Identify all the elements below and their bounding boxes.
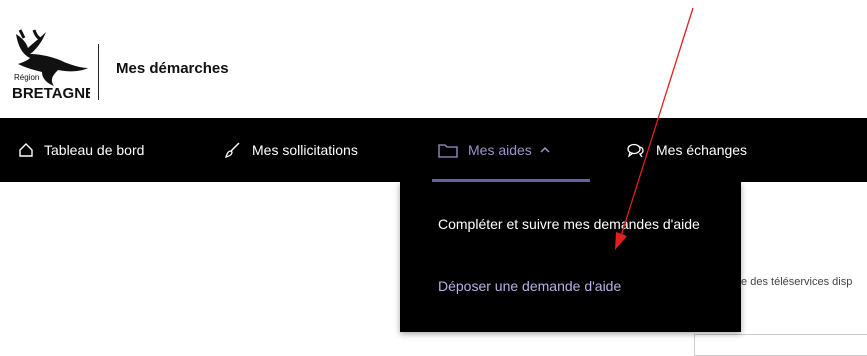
background-text: te des téléservices disp bbox=[738, 276, 853, 288]
menu-item-completer-suivre[interactable]: Compléter et suivre mes demandes d'aide bbox=[438, 216, 700, 232]
background-input[interactable] bbox=[694, 334, 867, 356]
nav-item-mes-sollicitations[interactable]: Mes sollicitations bbox=[224, 118, 358, 182]
chat-icon bbox=[626, 142, 646, 158]
brush-icon bbox=[224, 142, 242, 158]
main-nav: Tableau de bord Mes sollicitations Mes a… bbox=[0, 118, 867, 182]
region-bretagne-logo[interactable]: Région BRETAGNE bbox=[12, 28, 95, 104]
nav-item-label: Mes échanges bbox=[656, 142, 748, 158]
site-header: Région BRETAGNE Mes démarches bbox=[0, 0, 867, 118]
folder-icon bbox=[438, 142, 458, 158]
nav-item-label: Tableau de bord bbox=[44, 142, 145, 158]
site-title: Mes démarches bbox=[116, 60, 229, 77]
mes-aides-dropdown: Compléter et suivre mes demandes d'aide … bbox=[400, 182, 741, 332]
menu-item-deposer-demande[interactable]: Déposer une demande d'aide bbox=[438, 278, 621, 294]
nav-item-label: Mes aides bbox=[468, 142, 532, 158]
logo-separator bbox=[98, 44, 99, 100]
nav-item-tableau-de-bord[interactable]: Tableau de bord bbox=[18, 118, 144, 182]
nav-item-mes-echanges[interactable]: Mes échanges bbox=[626, 118, 747, 182]
logo-name-text: BRETAGNE bbox=[12, 85, 90, 102]
chevron-up-icon bbox=[540, 146, 550, 154]
nav-item-label: Mes sollicitations bbox=[252, 142, 358, 158]
logo-region-text: Région bbox=[14, 73, 39, 82]
nav-item-mes-aides[interactable]: Mes aides bbox=[432, 118, 590, 182]
home-icon bbox=[18, 142, 34, 158]
